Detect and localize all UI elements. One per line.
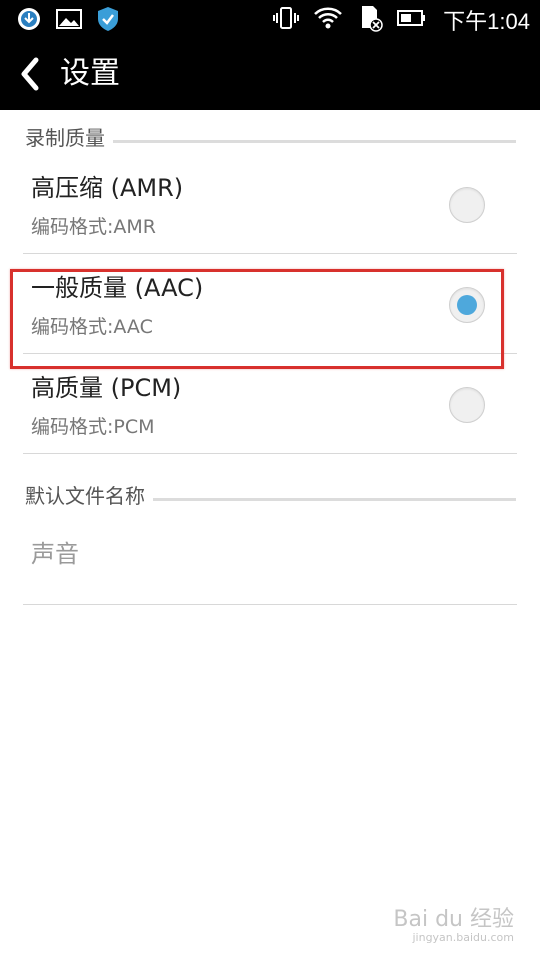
image-icon xyxy=(56,7,82,35)
radio-button-aac[interactable] xyxy=(449,287,485,323)
battery-icon xyxy=(397,8,427,32)
status-bar: 下午1:04 xyxy=(0,0,540,38)
watermark-sub: jingyan.baidu.com xyxy=(412,931,514,944)
section-title: 默认文件名称 xyxy=(25,482,153,510)
filename-value: 声音 xyxy=(31,540,79,568)
app-notification-icon xyxy=(16,6,42,36)
chevron-left-icon xyxy=(18,56,42,96)
option-summary: 编码格式:AMR xyxy=(31,216,156,238)
status-left-icons xyxy=(16,6,120,36)
option-aac[interactable]: 一般质量 (AAC) 编码格式:AAC xyxy=(23,254,517,354)
option-summary: 编码格式:PCM xyxy=(31,416,155,438)
section-title: 录制质量 xyxy=(25,124,113,152)
option-amr[interactable]: 高压缩 (AMR) 编码格式:AMR xyxy=(23,154,517,254)
option-summary: 编码格式:AAC xyxy=(31,316,153,338)
watermark-text: Bai du 经验 xyxy=(393,907,514,932)
back-button[interactable] xyxy=(18,56,54,92)
option-title: 高质量 (PCM) xyxy=(31,374,182,402)
shield-icon xyxy=(96,6,120,36)
wifi-icon xyxy=(313,5,343,35)
section-header-recording-quality: 录制质量 xyxy=(25,110,516,154)
option-pcm[interactable]: 高质量 (PCM) 编码格式:PCM xyxy=(23,354,517,454)
radio-button-amr[interactable] xyxy=(449,187,485,223)
settings-content: 录制质量 高压缩 (AMR) 编码格式:AMR 一般质量 (AAC) 编码格式:… xyxy=(0,110,540,605)
option-title: 一般质量 (AAC) xyxy=(31,274,204,302)
default-filename-field[interactable]: 声音 xyxy=(23,512,517,605)
section-header-default-filename: 默认文件名称 xyxy=(25,468,516,512)
status-right-icons: 下午1:04 xyxy=(273,4,530,36)
action-bar: 设置 xyxy=(0,38,540,110)
status-time: 下午1:04 xyxy=(443,9,530,34)
watermark: Bai du 经验 jingyan.baidu.com xyxy=(393,901,514,944)
sd-card-icon xyxy=(357,4,383,36)
vibrate-icon xyxy=(273,5,300,35)
radio-button-pcm[interactable] xyxy=(449,387,485,423)
page-title: 设置 xyxy=(60,56,120,91)
option-title: 高压缩 (AMR) xyxy=(31,174,184,202)
